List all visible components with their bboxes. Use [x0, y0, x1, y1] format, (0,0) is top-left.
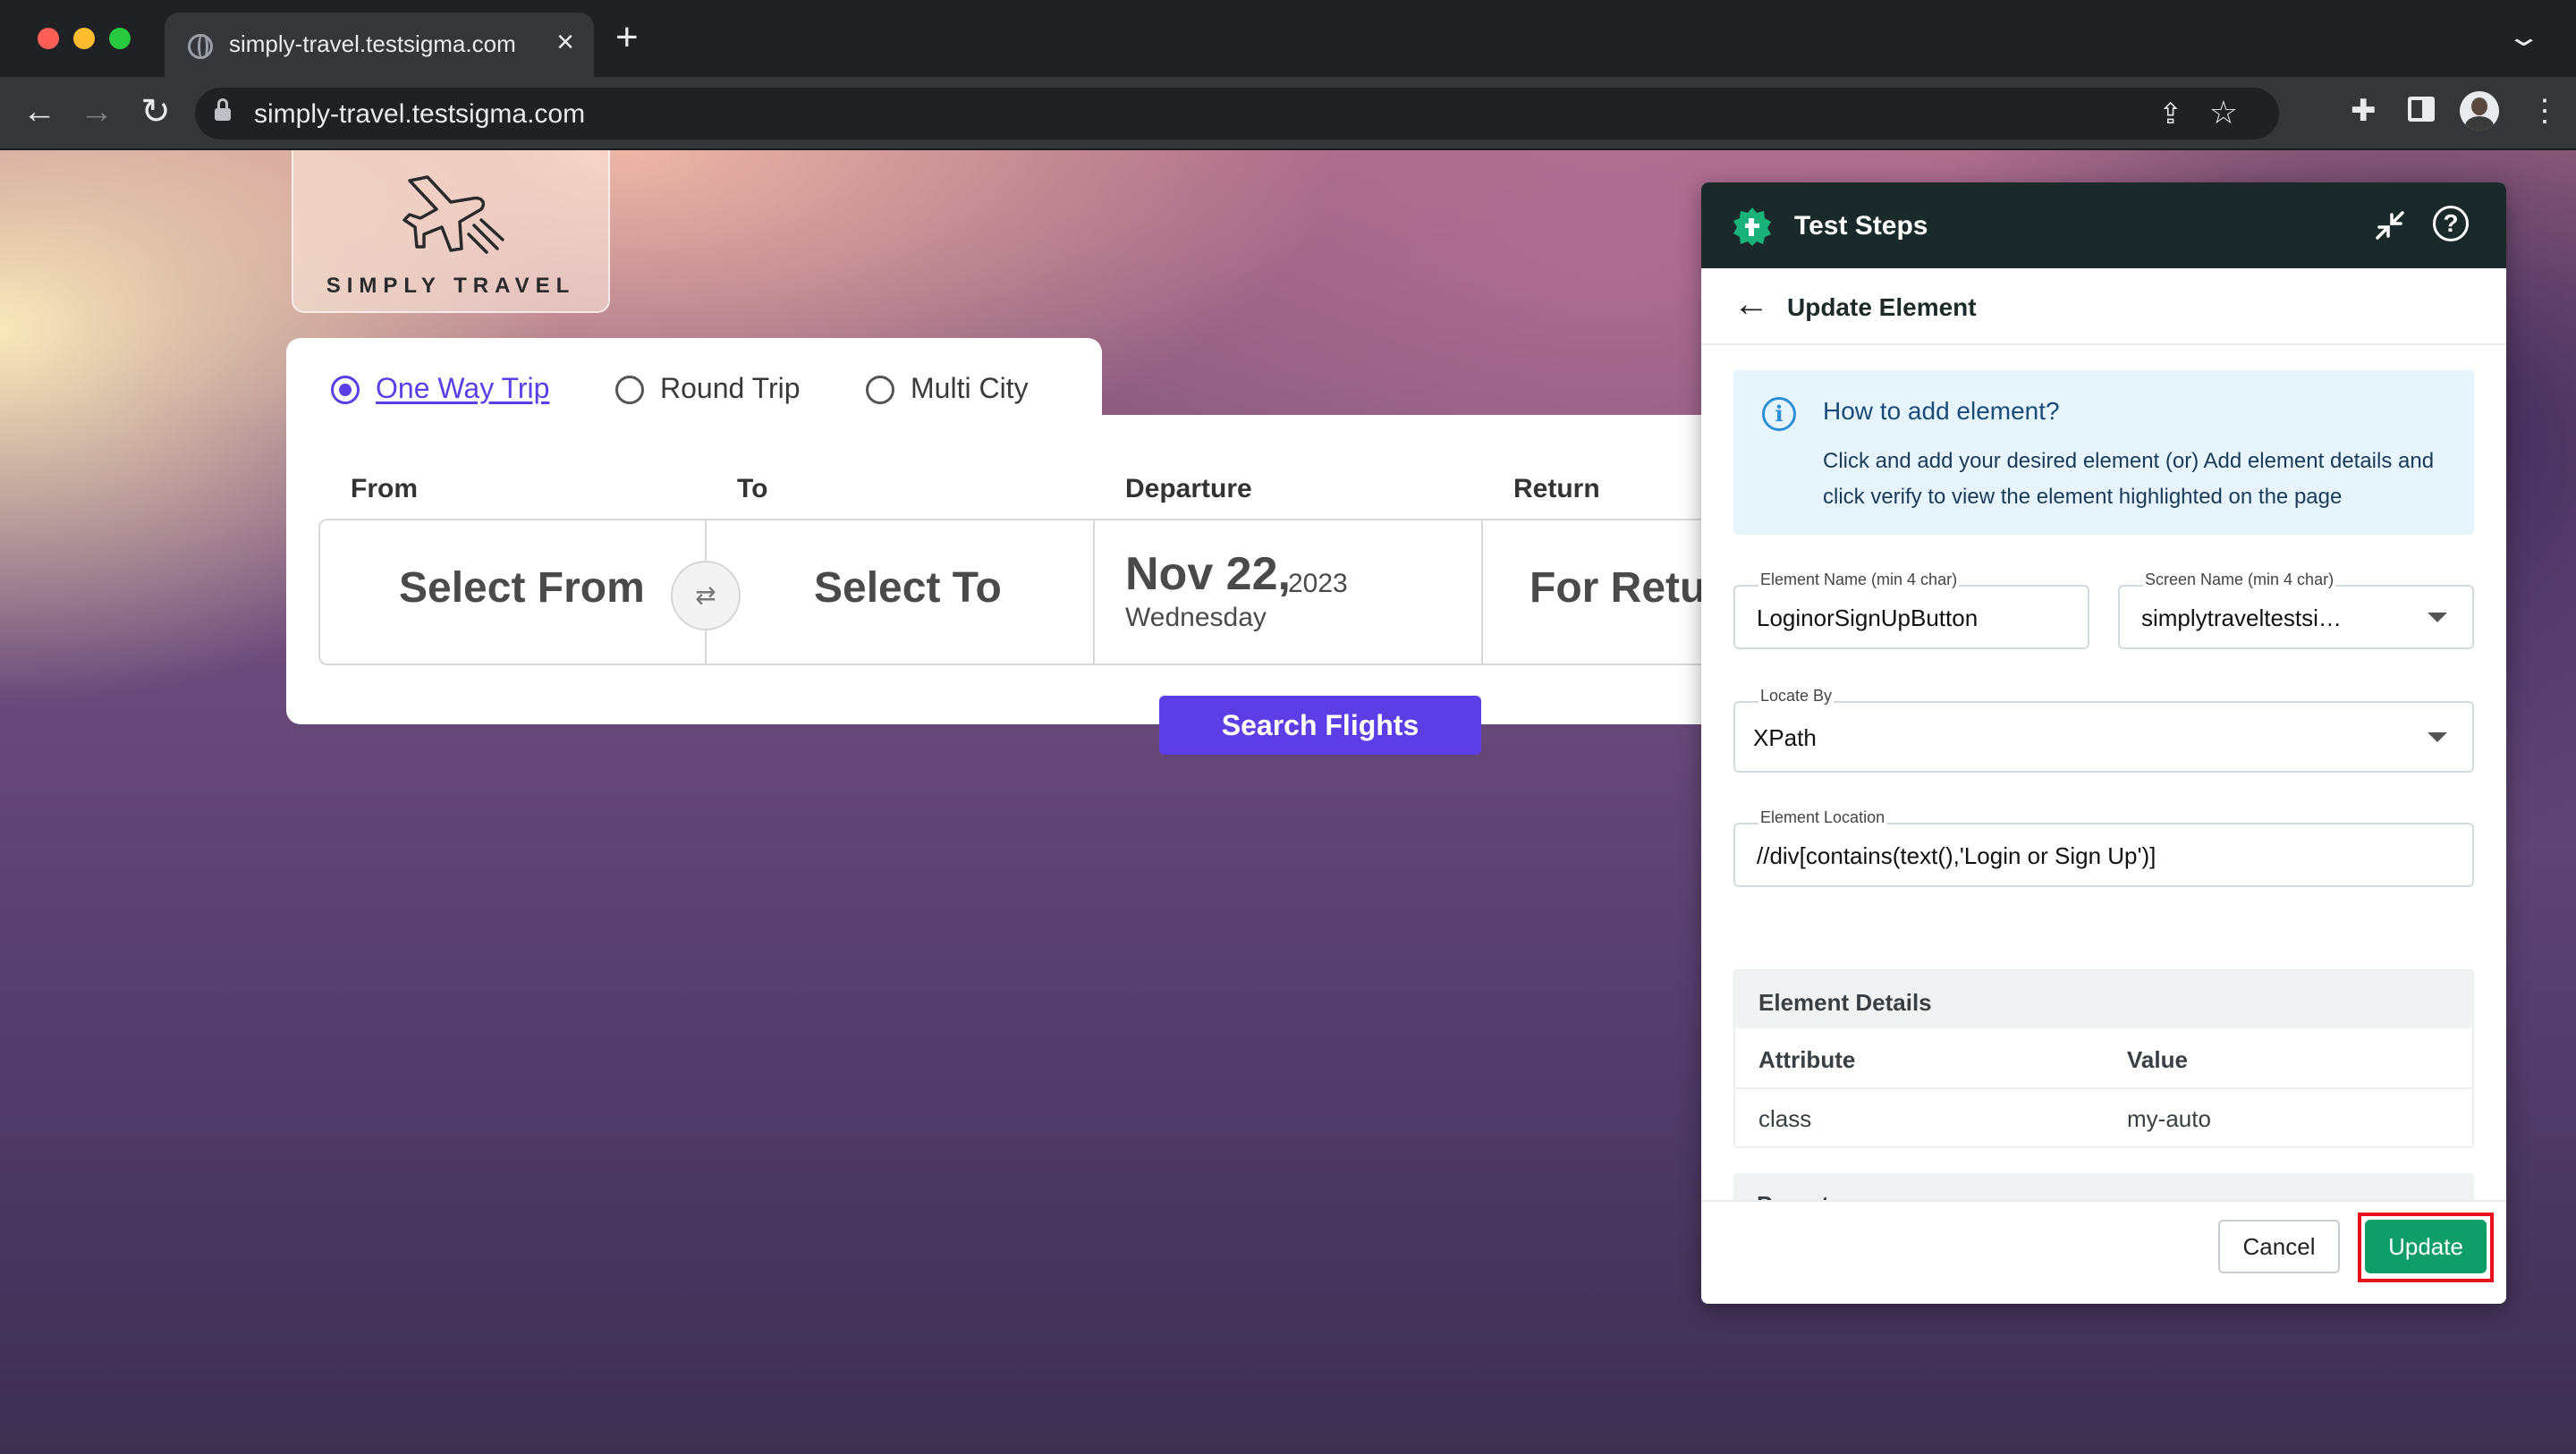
- swap-icon[interactable]: ⇄: [671, 561, 741, 630]
- browser-tab[interactable]: simply-travel.testsigma.com ×: [165, 13, 594, 77]
- chevron-down-icon[interactable]: ⌄: [2505, 21, 2541, 53]
- field-divider: [1481, 519, 1483, 665]
- plane-icon: [402, 175, 504, 254]
- update-element-header: ← Update Element: [1701, 268, 2506, 345]
- departure-date[interactable]: Nov 22,: [1125, 547, 1291, 601]
- element-location-label: Element Location: [1758, 808, 1887, 827]
- chevron-down-icon[interactable]: [2428, 613, 2447, 622]
- element-name-value[interactable]: LoginorSignUpButton: [1757, 604, 2070, 632]
- return-label: Return: [1513, 474, 1600, 503]
- radio-label: Round Trip: [660, 372, 801, 404]
- close-window-button[interactable]: [38, 28, 59, 49]
- info-body: Click and add your desired element (or) …: [1823, 449, 2435, 509]
- element-details-table: Element Details Attribute Value class my…: [1733, 969, 2474, 1148]
- maximize-window-button[interactable]: [109, 28, 131, 49]
- site-logo[interactable]: SIMPLY TRAVEL: [292, 150, 610, 313]
- reload-icon[interactable]: ↻: [132, 89, 179, 136]
- value-column-header: Value: [2127, 1046, 2188, 1073]
- row-divider: [1735, 1087, 2472, 1089]
- info-box: i How to add element? Click and add your…: [1733, 370, 2474, 535]
- panel-title: Test Steps: [1794, 211, 1928, 241]
- from-label: From: [351, 474, 418, 503]
- logo-text: SIMPLY TRAVEL: [326, 274, 576, 298]
- minimize-window-button[interactable]: [73, 28, 95, 49]
- screen-name-select[interactable]: Screen Name (min 4 char) simplytraveltes…: [2118, 571, 2474, 649]
- element-details-header: Element Details: [1735, 971, 2472, 1028]
- browser-tab-bar: simply-travel.testsigma.com × + ⌄: [0, 0, 2576, 77]
- chevron-down-icon[interactable]: [2428, 732, 2447, 742]
- from-field[interactable]: Select From: [399, 563, 645, 613]
- globe-icon: [188, 34, 213, 59]
- to-field[interactable]: Select To: [814, 563, 1002, 613]
- panel-header: Test Steps ?: [1701, 182, 2506, 268]
- back-arrow-icon[interactable]: ←: [1733, 284, 1769, 325]
- screen-name-label: Screen Name (min 4 char): [2143, 571, 2336, 589]
- locate-by-label: Locate By: [1758, 687, 1835, 706]
- back-arrow-icon[interactable]: ←: [16, 89, 63, 136]
- element-name-field[interactable]: Element Name (min 4 char) LoginorSignUpB…: [1733, 571, 2089, 649]
- url-text[interactable]: simply-travel.testsigma.com: [254, 99, 585, 130]
- share-icon[interactable]: ⇪: [2158, 97, 2182, 131]
- locate-by-select[interactable]: Locate By XPath: [1733, 687, 2474, 773]
- panel-footer: Cancel Update: [1701, 1200, 2506, 1304]
- puzzle-icon[interactable]: ✚: [2351, 93, 2377, 129]
- update-element-title: Update Element: [1787, 293, 1977, 321]
- radio-circle: [615, 376, 644, 404]
- update-button[interactable]: Update: [2365, 1220, 2487, 1273]
- kebab-menu-icon[interactable]: ⋮: [2529, 93, 2560, 129]
- radio-circle: [331, 376, 360, 404]
- field-divider: [1093, 519, 1095, 665]
- test-steps-panel: Test Steps ? ← Update Element i How to a…: [1701, 182, 2506, 1304]
- collapse-icon[interactable]: [2372, 207, 2408, 243]
- info-icon: i: [1762, 397, 1796, 431]
- departure-label: Departure: [1125, 474, 1252, 503]
- search-flights-button[interactable]: Search Flights: [1159, 696, 1481, 755]
- info-title: How to add element?: [1823, 397, 2060, 425]
- element-location-field[interactable]: Element Location //div[contains(text(),'…: [1733, 808, 2474, 887]
- radio-label: Multi City: [911, 372, 1029, 404]
- address-bar[interactable]: simply-travel.testsigma.com ⇪ ☆: [195, 88, 2279, 139]
- locate-by-value[interactable]: XPath: [1753, 724, 1817, 752]
- close-icon[interactable]: ×: [556, 25, 574, 60]
- lock-icon: [215, 98, 231, 122]
- element-details-title: Element Details: [1758, 989, 1932, 1016]
- tab-title: simply-travel.testsigma.com: [229, 30, 516, 57]
- help-icon[interactable]: ?: [2433, 206, 2469, 241]
- screen-name-value[interactable]: simplytraveltestsi…: [2141, 604, 2401, 632]
- input-border: [1733, 701, 2474, 773]
- radio-circle: [866, 376, 894, 404]
- plus-icon[interactable]: +: [615, 18, 639, 57]
- departure-year: 2023: [1288, 569, 1348, 598]
- radio-label: One Way Trip: [376, 372, 550, 404]
- attribute-cell: class: [1758, 1105, 1812, 1132]
- forward-arrow-icon[interactable]: →: [73, 89, 120, 136]
- departure-day: Wednesday: [1125, 603, 1267, 632]
- star-icon[interactable]: ☆: [2209, 94, 2238, 131]
- element-location-value[interactable]: //div[contains(text(),'Login or Sign Up'…: [1757, 842, 2454, 870]
- browser-toolbar: ← → ↻ simply-travel.testsigma.com ⇪ ☆ ✚: [0, 77, 2576, 150]
- attribute-column-header: Attribute: [1758, 1046, 1856, 1073]
- avatar[interactable]: [2460, 91, 2499, 131]
- testsigma-logo-icon: [1733, 207, 1771, 246]
- return-field[interactable]: For Retur: [1530, 563, 1723, 613]
- value-cell: my-auto: [2127, 1105, 2211, 1132]
- to-label: To: [737, 474, 768, 503]
- cancel-button[interactable]: Cancel: [2218, 1220, 2340, 1273]
- element-name-label: Element Name (min 4 char): [1758, 571, 1960, 589]
